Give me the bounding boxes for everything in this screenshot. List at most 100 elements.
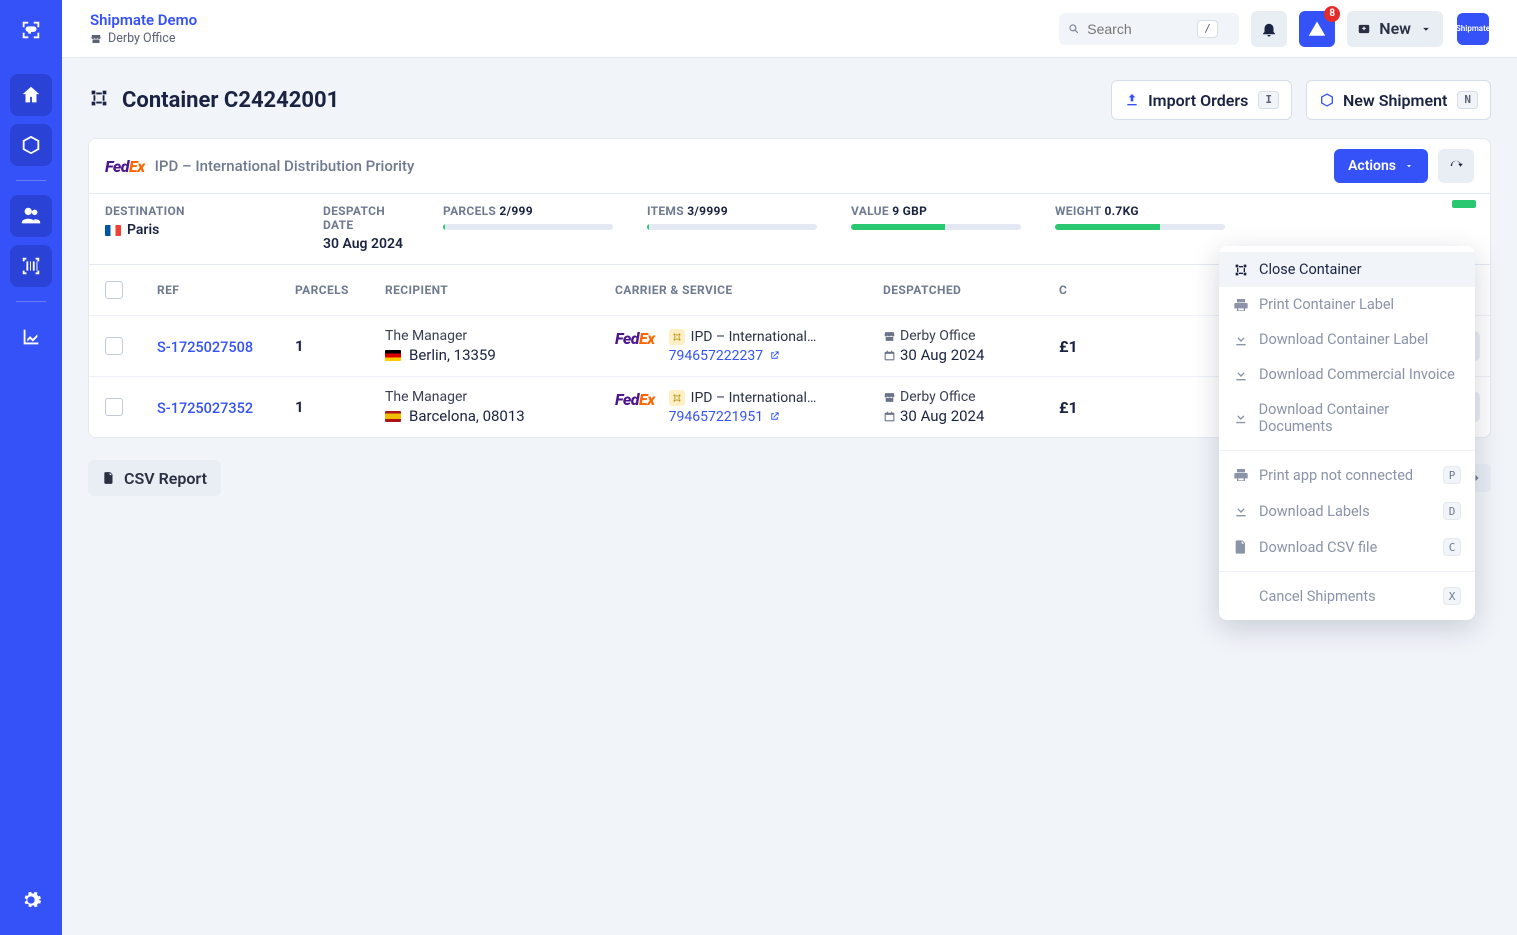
nav-settings[interactable] [10, 879, 52, 921]
row-service: IPD – International… [669, 329, 817, 345]
menu-print-label[interactable]: Print Container Label [1219, 287, 1475, 322]
items-progress [647, 224, 817, 230]
service-name: IPD – International Distribution Priorit… [155, 157, 415, 175]
store-icon [883, 330, 896, 343]
flag-france-icon [105, 225, 121, 236]
nav-home[interactable] [10, 74, 52, 116]
recipient-location: Berlin, 13359 [409, 346, 496, 364]
nav-scan[interactable] [10, 245, 52, 287]
parcels-value: 2/999 [499, 204, 533, 218]
import-orders-button[interactable]: Import Orders I [1111, 80, 1292, 120]
carrier-logo: FedEx [615, 329, 655, 348]
col-despatched: DESPATCHED [883, 283, 1059, 297]
weight-value: 0.7KG [1104, 204, 1138, 218]
row-parcels: 1 [295, 337, 385, 355]
nav-analytics[interactable] [10, 316, 52, 358]
row-checkbox[interactable] [105, 337, 123, 355]
plus-icon [1357, 22, 1371, 36]
avatar[interactable]: Shipmate [1457, 13, 1489, 45]
page-content: Container C24242001 Import Orders I New … [62, 58, 1517, 935]
value-progress [851, 224, 1021, 230]
alerts-button[interactable]: 8 [1299, 11, 1335, 47]
brand-title[interactable]: Shipmate Demo [90, 11, 197, 29]
menu-download-csv[interactable]: Download CSV fileC [1219, 529, 1475, 565]
flag-icon [385, 350, 401, 361]
weight-label: WEIGHT [1055, 204, 1101, 218]
topbar: Shipmate Demo Derby Office / 8 New Shipm… [62, 0, 1517, 58]
new-menu-button[interactable]: New [1347, 11, 1443, 47]
new-shipment-button[interactable]: New Shipment N [1306, 80, 1491, 120]
menu-cancel-shipments[interactable]: Cancel ShipmentsX [1219, 578, 1475, 614]
nav-divider-2 [16, 301, 46, 302]
recipient-name: The Manager [385, 328, 615, 344]
search-box[interactable]: / [1059, 13, 1239, 45]
menu-print-app[interactable]: Print app not connectedP [1219, 457, 1475, 493]
menu-download-labels[interactable]: Download LabelsD [1219, 493, 1475, 529]
parcels-progress [443, 224, 613, 230]
tracking-link[interactable]: 794657221951 [669, 409, 780, 425]
row-cost: £1 [1059, 398, 1149, 417]
container-icon [1233, 262, 1249, 278]
refresh-button[interactable] [1438, 149, 1474, 183]
actions-dropdown-button[interactable]: Actions [1334, 149, 1428, 183]
upload-icon [1124, 92, 1140, 108]
row-service: IPD – International… [669, 390, 817, 406]
download-icon [1233, 410, 1249, 426]
col-cost: C [1059, 283, 1149, 297]
weight-progress [1055, 224, 1225, 230]
print-icon [1233, 467, 1249, 483]
menu-download-invoice[interactable]: Download Commercial Invoice [1219, 357, 1475, 392]
actions-menu: Close Container Print Container Label Do… [1219, 246, 1475, 620]
recipient-name: The Manager [385, 389, 615, 405]
page-header: Container C24242001 Import Orders I New … [88, 80, 1491, 120]
menu-download-docs[interactable]: Download Container Documents [1219, 392, 1475, 444]
search-input[interactable] [1087, 21, 1197, 37]
menu-close-container[interactable]: Close Container [1219, 252, 1475, 287]
menu-download-label[interactable]: Download Container Label [1219, 322, 1475, 357]
calendar-icon [883, 349, 896, 362]
nav-divider [16, 180, 46, 181]
store-icon [883, 391, 896, 404]
box-icon [1319, 92, 1335, 108]
chevron-down-icon [1404, 161, 1414, 171]
tracking-link[interactable]: 794657222237 [669, 348, 780, 364]
store-icon [90, 33, 102, 45]
print-icon [1233, 297, 1249, 313]
page-title: Container C24242001 [122, 88, 339, 113]
download-icon [1233, 367, 1249, 383]
bell-icon [1260, 20, 1278, 38]
nav-shipments[interactable] [10, 124, 52, 166]
menu-separator-2 [1219, 571, 1475, 572]
destination-value: Paris [127, 222, 159, 238]
file-icon [1233, 539, 1249, 555]
select-all-checkbox[interactable] [105, 281, 123, 299]
external-link-icon [769, 411, 780, 422]
external-link-icon [769, 350, 780, 361]
items-label: ITEMS [647, 204, 684, 218]
shipment-ref-link[interactable]: S-1725027352 [157, 400, 253, 417]
search-icon [1067, 22, 1081, 36]
brand-logo [13, 12, 49, 48]
row-checkbox[interactable] [105, 398, 123, 416]
col-parcels: PARCELS [295, 283, 385, 297]
chevron-down-icon [1419, 22, 1433, 36]
service-badge-icon [669, 390, 685, 406]
row-parcels: 1 [295, 398, 385, 416]
shipment-ref-link[interactable]: S-1725027508 [157, 339, 253, 356]
destination-label: DESTINATION [105, 204, 185, 218]
csv-report-button[interactable]: CSV Report [88, 460, 221, 496]
download-icon [1233, 503, 1249, 519]
notifications-button[interactable] [1251, 11, 1287, 47]
container-icon [88, 87, 110, 113]
refresh-icon [1447, 157, 1465, 175]
menu-separator [1219, 450, 1475, 451]
recipient-location: Barcelona, 08013 [409, 407, 525, 425]
col-carrier: CARRIER & SERVICE [615, 283, 883, 297]
items-value: 3/9999 [687, 204, 728, 218]
download-icon [1233, 332, 1249, 348]
left-rail [0, 0, 62, 935]
nav-contacts[interactable] [10, 195, 52, 237]
brand-office: Derby Office [90, 31, 197, 46]
value-value: 9 GBP [892, 204, 927, 218]
despatch-label: DESPATCH DATE [323, 204, 385, 232]
